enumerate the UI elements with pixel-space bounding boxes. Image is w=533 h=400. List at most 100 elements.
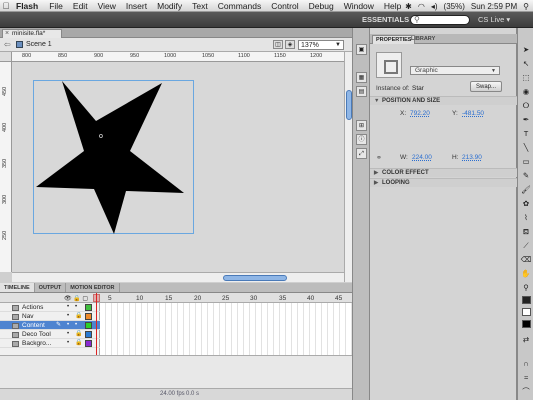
selected-instance-bounding-box[interactable]: o bbox=[33, 80, 194, 234]
layer-row-nav[interactable]: Nav • 🔒 bbox=[0, 312, 100, 321]
layer-row-deco-tool[interactable]: Deco Tool • 🔒 bbox=[0, 330, 100, 339]
paint-bucket-tool-icon[interactable]: ⛾ bbox=[520, 226, 532, 237]
layer-outline-color-swatch[interactable] bbox=[85, 313, 92, 320]
free-transform-tool-icon[interactable]: ⬚ bbox=[520, 72, 532, 83]
straighten-icon[interactable]: ⌒ bbox=[520, 386, 532, 397]
smooth-icon[interactable]: ≈ bbox=[520, 372, 532, 383]
lock-dot-icon[interactable]: • bbox=[75, 321, 77, 330]
lock-icon[interactable]: 🔒 bbox=[75, 339, 82, 348]
color-panel-icon[interactable]: ▦ bbox=[356, 72, 367, 83]
section-color-effect[interactable]: ▶ COLOR EFFECT bbox=[370, 168, 517, 177]
lock-icon[interactable]: 🔒 bbox=[75, 312, 82, 321]
swatches-panel-icon[interactable]: ▤ bbox=[356, 86, 367, 97]
brush-tool-icon[interactable]: 🖌 bbox=[520, 184, 532, 195]
menu-debug[interactable]: Debug bbox=[304, 1, 339, 11]
layer-name[interactable]: Nav bbox=[22, 313, 34, 320]
layer-row-actions[interactable]: Actions • • bbox=[0, 303, 100, 312]
edit-scene-icon[interactable]: ◫ bbox=[273, 40, 283, 49]
selection-tool-icon[interactable]: ➤ bbox=[520, 44, 532, 55]
black-fill-swatch[interactable] bbox=[522, 320, 531, 328]
menu-view[interactable]: View bbox=[93, 1, 121, 11]
show-hide-lock-outline-icons[interactable]: 👁 🔒 ▢ bbox=[64, 295, 88, 302]
pen-tool-icon[interactable]: ✒ bbox=[520, 114, 532, 125]
w-value[interactable]: 224.00 bbox=[412, 154, 432, 161]
zoom-tool-icon[interactable]: ⚲ bbox=[520, 282, 532, 293]
align-panel-icon[interactable]: ⊞ bbox=[356, 120, 367, 131]
rectangle-tool-icon[interactable]: ▭ bbox=[520, 156, 532, 167]
lock-dot-icon[interactable]: • bbox=[75, 303, 77, 312]
layer-outline-color-swatch[interactable] bbox=[85, 304, 92, 311]
menu-insert[interactable]: Insert bbox=[121, 1, 152, 11]
menu-file[interactable]: File bbox=[44, 1, 68, 11]
menu-text[interactable]: Text bbox=[187, 1, 213, 11]
timeline-frames-grid[interactable] bbox=[100, 303, 352, 355]
menu-control[interactable]: Control bbox=[266, 1, 303, 11]
zoom-select[interactable]: 137% ▼ bbox=[298, 40, 344, 50]
y-value[interactable]: -481.50 bbox=[462, 110, 484, 117]
subselection-tool-icon[interactable]: ↖ bbox=[520, 58, 532, 69]
menu-modify[interactable]: Modify bbox=[152, 1, 187, 11]
scene-label[interactable]: Scene 1 bbox=[26, 41, 52, 48]
workspace-switcher[interactable]: ESSENTIALS ▾ bbox=[362, 15, 415, 24]
bone-tool-icon[interactable]: ⌇ bbox=[520, 212, 532, 223]
clock[interactable]: Sun 2:59 PM bbox=[471, 2, 517, 11]
panel-icon[interactable]: ▣ bbox=[356, 44, 367, 55]
tab-motion-editor[interactable]: MOTION EDITOR bbox=[66, 283, 120, 292]
registration-point-icon[interactable]: o bbox=[99, 133, 103, 140]
transform-panel-icon[interactable]: ⤢ bbox=[356, 148, 367, 159]
layer-outline-color-swatch[interactable] bbox=[85, 340, 92, 347]
edit-symbols-icon[interactable]: ◈ bbox=[285, 40, 295, 49]
snap-to-objects-icon[interactable]: ∩ bbox=[520, 358, 532, 369]
volume-icon[interactable]: ◂) bbox=[431, 2, 438, 11]
visibility-dot-icon[interactable]: • bbox=[67, 312, 69, 321]
layer-row-content[interactable]: Content ✎ • • bbox=[0, 321, 100, 330]
visibility-dot-icon[interactable]: • bbox=[67, 303, 69, 312]
text-tool-icon[interactable]: T bbox=[520, 128, 532, 139]
pencil-tool-icon[interactable]: ✎ bbox=[520, 170, 532, 181]
visibility-dot-icon[interactable]: • bbox=[67, 330, 69, 339]
layer-outline-color-swatch[interactable] bbox=[85, 331, 92, 338]
x-value[interactable]: 792.20 bbox=[410, 110, 430, 117]
layer-row-background[interactable]: Backgro... • 🔒 bbox=[0, 339, 100, 348]
menu-window[interactable]: Window bbox=[339, 1, 379, 11]
spotlight-icon[interactable]: ⚲ bbox=[523, 2, 529, 11]
app-menu-flash[interactable]: Flash bbox=[12, 1, 44, 11]
eyedropper-tool-icon[interactable]: ⟋ bbox=[520, 240, 532, 251]
scroll-thumb[interactable] bbox=[223, 275, 287, 281]
layer-name[interactable]: Actions bbox=[22, 304, 43, 311]
layer-outline-color-swatch[interactable] bbox=[85, 322, 92, 329]
wifi-icon[interactable]: ◠ bbox=[418, 2, 425, 11]
star-shape[interactable] bbox=[34, 81, 195, 235]
tab-output[interactable]: OUTPUT bbox=[35, 283, 67, 292]
back-arrow-icon[interactable]: ⇦ bbox=[4, 40, 11, 49]
frame-rate[interactable]: 24.00 fps bbox=[160, 391, 185, 397]
help-search-input[interactable]: ⚲ bbox=[410, 15, 470, 25]
hand-tool-icon[interactable]: ✋ bbox=[520, 268, 532, 279]
stage-horizontal-scrollbar[interactable] bbox=[12, 272, 344, 282]
lasso-tool-icon[interactable]: ⵔ bbox=[520, 100, 532, 111]
lock-proportions-icon[interactable]: ⚭ bbox=[376, 154, 382, 162]
layer-name[interactable]: Deco Tool bbox=[22, 331, 51, 338]
symbol-behavior-select[interactable]: Graphic ▼ bbox=[410, 66, 500, 75]
cs-live-menu[interactable]: CS Live ▾ bbox=[478, 15, 510, 24]
stroke-color-swatch[interactable] bbox=[522, 296, 531, 304]
stage-pasteboard[interactable]: o bbox=[12, 62, 344, 272]
visibility-dot-icon[interactable]: • bbox=[67, 339, 69, 348]
stage-vertical-scrollbar[interactable] bbox=[344, 52, 352, 282]
visibility-dot-icon[interactable]: • bbox=[67, 321, 69, 330]
3d-rotation-tool-icon[interactable]: ◉ bbox=[520, 86, 532, 97]
line-tool-icon[interactable]: ╲ bbox=[520, 142, 532, 153]
tab-timeline[interactable]: TIMELINE bbox=[0, 283, 35, 292]
swap-button[interactable]: Swap... bbox=[470, 81, 502, 92]
menu-edit[interactable]: Edit bbox=[68, 1, 93, 11]
deco-tool-icon[interactable]: ✿ bbox=[520, 198, 532, 209]
close-tab-icon[interactable]: × bbox=[5, 30, 9, 38]
star-fill[interactable] bbox=[36, 81, 184, 234]
h-value[interactable]: 213.90 bbox=[462, 154, 482, 161]
menu-help[interactable]: Help bbox=[379, 1, 406, 11]
eraser-tool-icon[interactable]: ⌫ bbox=[520, 254, 532, 265]
tab-library[interactable]: LIBRARY bbox=[408, 35, 438, 43]
section-position-and-size[interactable]: ▼ POSITION AND SIZE bbox=[370, 96, 517, 105]
swap-colors-icon[interactable]: ⇄ bbox=[520, 334, 532, 345]
section-looping[interactable]: ▶ LOOPING bbox=[370, 178, 517, 187]
